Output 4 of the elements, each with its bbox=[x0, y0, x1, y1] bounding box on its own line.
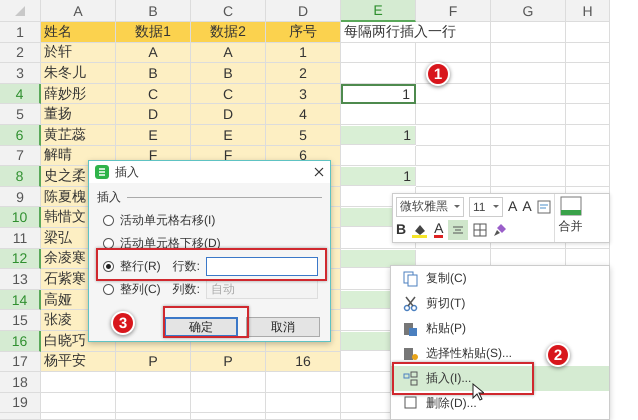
dialog-title: 插入 bbox=[115, 164, 140, 180]
step-badge: 1 bbox=[426, 62, 450, 86]
field-label: 列数: bbox=[172, 281, 200, 298]
field-label: 行数: bbox=[172, 258, 200, 275]
